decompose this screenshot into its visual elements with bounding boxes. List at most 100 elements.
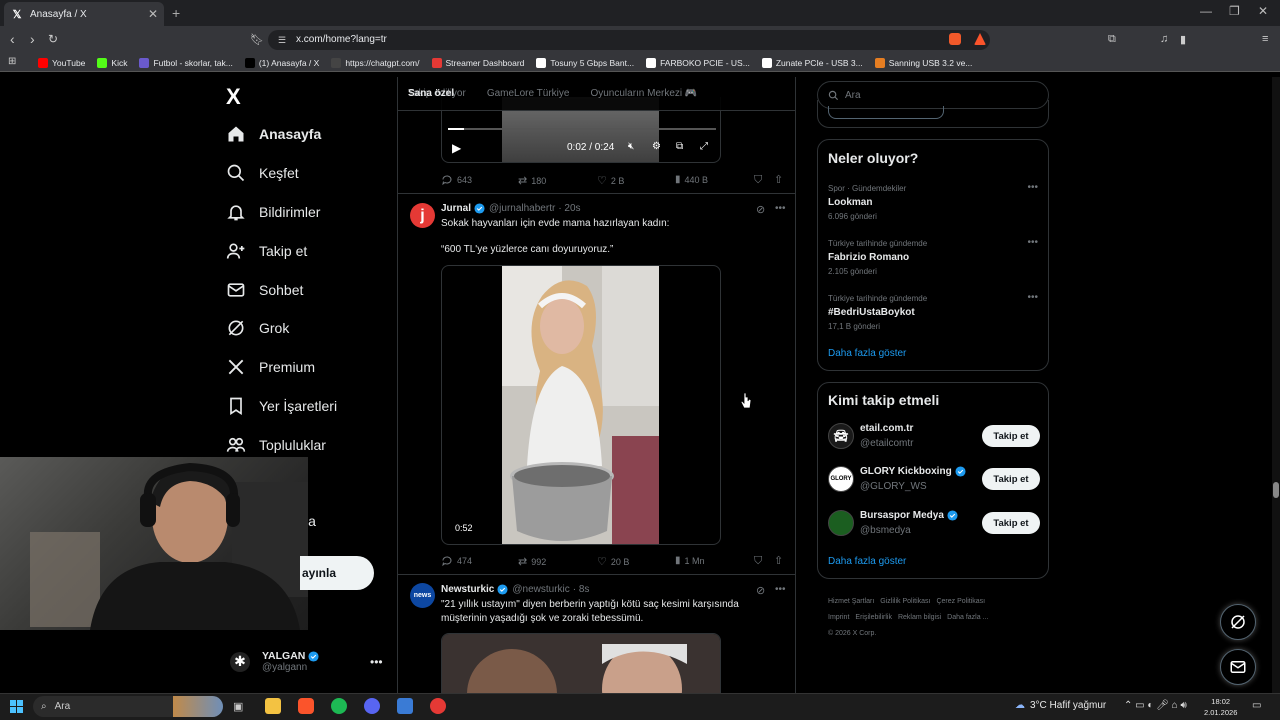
suggestion-avatar[interactable]: GLORY: [828, 466, 854, 492]
footer-link[interactable]: Daha fazla ...: [947, 614, 988, 621]
reload-icon[interactable]: ↻: [48, 32, 58, 46]
grok-fab[interactable]: [1220, 604, 1256, 640]
extensions-icon[interactable]: ⧉: [1108, 33, 1116, 46]
back-icon[interactable]: ‹: [10, 31, 15, 47]
sidebar-item-2[interactable]: Keşfet: [226, 163, 299, 183]
profile-switcher[interactable]: ✱ YALGAN @yalgann: [230, 650, 323, 673]
like-button[interactable]: ♡ 20 B: [597, 555, 629, 568]
scrollbar[interactable]: [1272, 77, 1280, 693]
trend-more-icon[interactable]: •••: [1027, 292, 1038, 303]
scrollbar-thumb[interactable]: [1273, 482, 1279, 498]
x-logo[interactable]: X: [226, 84, 241, 110]
tweet-image[interactable]: [441, 633, 721, 693]
tweet-handle[interactable]: @jurnalhabertr: [489, 203, 555, 214]
follow-suggestion[interactable]: Bursaspor Medya @bsmedya Takip et: [828, 510, 1040, 540]
tweet-handle[interactable]: @newsturkic: [512, 584, 569, 595]
trend-item[interactable]: Türkiye tarihinde gündemde #BedriUstaBoyk…: [828, 292, 1038, 331]
reply-button[interactable]: 474: [441, 555, 472, 567]
share-icon[interactable]: ⇧: [774, 173, 783, 186]
bookmark-item[interactable]: https://chatgpt.com/: [331, 58, 420, 68]
taskbar-search[interactable]: ⌕ Ara: [33, 696, 223, 717]
browser-tab[interactable]: 𝕏 Anasayfa / X ✕: [4, 2, 164, 26]
follow-button[interactable]: Takip et: [982, 425, 1040, 447]
brave-icon[interactable]: [298, 698, 314, 714]
trend-more-icon[interactable]: •••: [1027, 237, 1038, 248]
bookmark-page-icon[interactable]: 🔖︎: [250, 33, 264, 46]
bookmark-item[interactable]: Streamer Dashboard: [431, 58, 524, 68]
video-progress[interactable]: [448, 128, 716, 130]
partial-button[interactable]: [828, 106, 944, 119]
bookmark-item[interactable]: YouTube: [38, 58, 85, 68]
trend-item[interactable]: Türkiye tarihinde gündemde Fabrizio Roman…: [828, 237, 1038, 276]
forward-icon[interactable]: ›: [30, 31, 35, 47]
sidebar-toggle-icon[interactable]: ▮: [1180, 33, 1186, 46]
footer-link[interactable]: Imprint: [828, 614, 849, 621]
follow-button[interactable]: Takip et: [982, 468, 1040, 490]
post-button[interactable]: ayınla: [300, 556, 374, 590]
sidebar-item-8[interactable]: Yer İşaretleri: [226, 396, 337, 416]
site-settings-icon[interactable]: ☰: [278, 35, 286, 46]
like-button[interactable]: ♡ 2 B: [597, 174, 624, 187]
pip-icon[interactable]: ⧉: [676, 141, 683, 152]
repost-button[interactable]: ⇄ 180: [518, 174, 546, 187]
sidebar-item-6[interactable]: Grok: [226, 318, 289, 338]
views-button[interactable]: ▮ 440 B: [675, 174, 708, 185]
spotify-icon[interactable]: [331, 698, 347, 714]
messages-fab[interactable]: [1220, 649, 1256, 685]
grok-icon[interactable]: ⊘: [756, 203, 765, 216]
bookmark-icon[interactable]: ⛉: [754, 174, 762, 187]
task-view-icon[interactable]: ▣: [233, 700, 249, 716]
new-tab-icon[interactable]: +: [172, 5, 180, 21]
suggestion-name[interactable]: GLORY Kickboxing: [860, 466, 970, 477]
suggestion-name[interactable]: etail.com.tr: [860, 423, 913, 434]
mute-icon[interactable]: 🔇︎: [628, 141, 634, 152]
weather-widget[interactable]: ☁ 3°C Hafif yağmur: [1015, 700, 1106, 711]
bookmark-item[interactable]: Futbol - skorlar, tak...: [139, 58, 233, 68]
play-icon[interactable]: ▶: [452, 141, 461, 155]
footer-link[interactable]: Çerez Politikası: [936, 598, 985, 605]
notifications-icon[interactable]: ▭: [1252, 700, 1261, 711]
url-text[interactable]: x.com/home?lang=tr: [296, 34, 387, 45]
trends-show-more[interactable]: Daha fazla göster: [828, 348, 906, 359]
tweet-author[interactable]: Jurnal: [441, 203, 471, 214]
reply-button[interactable]: 643: [441, 174, 472, 186]
footer-link[interactable]: Reklam bilgisi: [898, 614, 941, 621]
obs-icon[interactable]: [430, 698, 446, 714]
share-icon[interactable]: ⇧: [774, 554, 783, 567]
tweet-author[interactable]: Newsturkic: [441, 584, 494, 595]
repost-button[interactable]: ⇄ 992: [518, 555, 546, 568]
windows-start-icon[interactable]: [10, 700, 23, 713]
sidebar-item-3[interactable]: Bildirimler: [226, 202, 320, 222]
video-player[interactable]: 0:52: [441, 265, 721, 545]
follow-suggestion[interactable]: 🚘︎ etail.com.tr @etailcomtr Takip et: [828, 423, 1040, 453]
timeline-tab-3[interactable]: GameLore Türkiye: [487, 88, 570, 99]
footer-link[interactable]: © 2026 X Corp.: [828, 630, 876, 637]
views-button[interactable]: ▮ 1 Mn: [675, 555, 705, 566]
clock[interactable]: 18:02 2.01.2026: [1204, 696, 1237, 718]
tweet-avatar[interactable]: j: [410, 203, 435, 228]
footer-link[interactable]: Gizlilik Politikası: [880, 598, 930, 605]
suggestion-avatar[interactable]: [828, 510, 854, 536]
sidebar-item-9[interactable]: Topluluklar: [226, 435, 326, 455]
trend-item[interactable]: Spor · Gündemdekiler Lookman 6.096 gönderi…: [828, 182, 1038, 221]
sidebar-item-7[interactable]: Premium: [226, 357, 315, 377]
follow-button[interactable]: Takip et: [982, 512, 1040, 534]
app-icon[interactable]: [397, 698, 413, 714]
discord-icon[interactable]: [364, 698, 380, 714]
sidebar-item-5[interactable]: Sohbet: [226, 280, 303, 300]
window-close-icon[interactable]: ✕: [1258, 4, 1268, 18]
who-show-more[interactable]: Daha fazla göster: [828, 556, 906, 567]
brave-shield-icon[interactable]: [949, 33, 961, 45]
file-explorer-icon[interactable]: [265, 698, 281, 714]
tweet-avatar[interactable]: news: [410, 583, 435, 608]
bookmark-icon[interactable]: ⛉: [754, 555, 762, 568]
suggestion-avatar[interactable]: 🚘︎: [828, 423, 854, 449]
sidebar-item-4[interactable]: Takip et: [226, 241, 307, 261]
tweet-more-icon[interactable]: •••: [775, 584, 786, 595]
follow-suggestion[interactable]: GLORY GLORY Kickboxing @GLORY_WS Takip et: [828, 466, 1040, 496]
tweet-time[interactable]: · 8s: [573, 584, 590, 595]
suggestion-name[interactable]: Bursaspor Medya: [860, 510, 962, 521]
bookmark-item[interactable]: Kick: [97, 58, 127, 68]
more-options-icon[interactable]: •••: [370, 655, 383, 669]
trend-more-icon[interactable]: •••: [1027, 182, 1038, 193]
